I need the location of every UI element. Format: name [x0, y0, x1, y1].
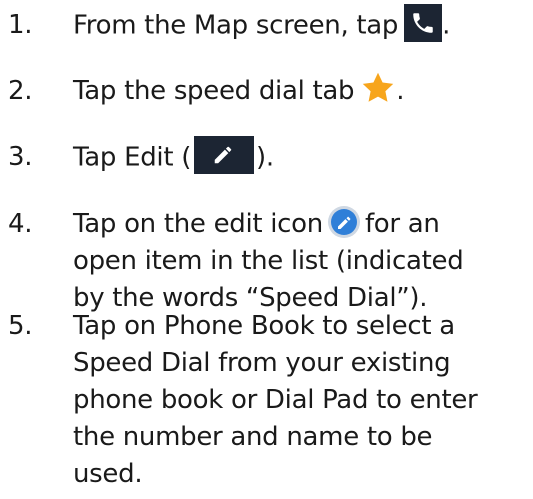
star-icon — [360, 71, 396, 105]
step-text-after: ). — [256, 142, 274, 173]
step-line: Tap on Phone Book to select a — [73, 311, 455, 341]
edit-circle-icon — [327, 205, 361, 239]
step-line: used. — [73, 459, 143, 489]
step-text-before: Tap on the edit icon — [73, 209, 323, 239]
step-text-after: for an — [364, 209, 440, 239]
step-text-before: From the Map screen, tap — [73, 10, 399, 41]
step-text-before: Tap the speed dial tab — [73, 76, 355, 106]
step-number: 2. — [8, 76, 33, 106]
step-line: the number and name to be — [73, 422, 433, 452]
phone-icon — [404, 4, 443, 42]
step-line: open item in the list (indicated — [73, 246, 464, 276]
step-line: Speed Dial from your existing — [73, 348, 451, 378]
step-text: From the Map screen, tap. — [73, 4, 528, 45]
instruction-steps: 1. From the Map screen, tap. 2. Tap the … — [0, 0, 533, 499]
step-text: Tap Edit (). — [73, 136, 528, 177]
step-text: Tap the speed dial tab. — [73, 71, 528, 110]
step-number: 5. — [8, 311, 33, 341]
pencil-icon — [194, 136, 255, 174]
step-text: Tap on the edit icon for an open item in … — [73, 205, 528, 317]
step-text-after: . — [396, 76, 405, 106]
step-number: 1. — [8, 10, 33, 40]
step-text-before: Tap Edit ( — [73, 142, 192, 173]
step-number: 3. — [8, 142, 33, 172]
step-number: 4. — [8, 209, 33, 239]
step-text: Tap on Phone Book to select a Speed Dial… — [73, 308, 528, 493]
step-line: phone book or Dial Pad to enter — [73, 385, 478, 415]
step-text-after: . — [442, 10, 451, 41]
